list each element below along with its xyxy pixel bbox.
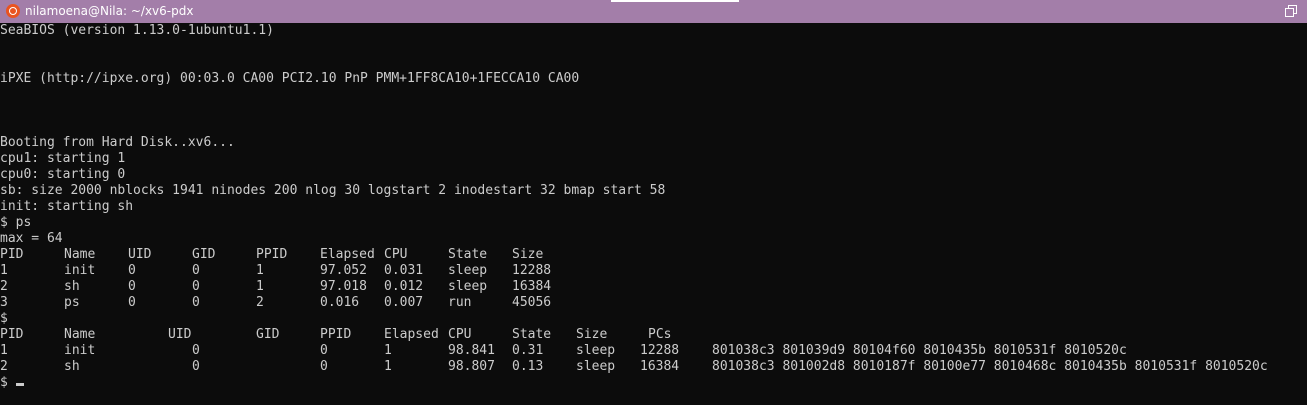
- max-line: max = 64: [0, 231, 63, 246]
- ps-cell: 0.012: [384, 279, 424, 294]
- ps-cell: 0: [192, 263, 200, 278]
- restore-icon[interactable]: [1285, 5, 1297, 17]
- superblock-line: sb: size 2000 nblocks 1941 ninodes 200 n…: [0, 183, 666, 198]
- procdump-col-gid: GID: [256, 327, 280, 342]
- ps-cell: 12288: [512, 263, 552, 278]
- ps-cell: 45056: [512, 295, 552, 310]
- active-tab-indicator: [611, 0, 739, 2]
- ps-cell: init: [64, 263, 96, 278]
- cpu0-line: cpu0: starting 0: [0, 167, 126, 182]
- ps-cell: 0: [192, 279, 200, 294]
- procdump-cell: 12288: [640, 343, 680, 358]
- procdump-col-name: Name: [64, 327, 96, 342]
- procdump-cell: 0: [320, 343, 328, 358]
- ps-cell: sleep: [448, 279, 488, 294]
- procdump-col-pcs: PCs: [648, 327, 672, 342]
- procdump-col-elapsed: Elapsed: [384, 327, 439, 342]
- ps-command-line: $ ps: [0, 215, 32, 230]
- procdump-col-cpu: CPU: [448, 327, 472, 342]
- ps-col-elapsed: Elapsed: [320, 247, 375, 262]
- ps-col-cpu: CPU: [384, 247, 408, 262]
- ps-col-size: Size: [512, 247, 544, 262]
- cpu1-line: cpu1: starting 1: [0, 151, 126, 166]
- procdump-table-row: 2 sh 0 0 1 98.807 0.13 sleep 16384 80103…: [0, 359, 1268, 375]
- ps-cell: 1: [256, 263, 264, 278]
- ps-cell: 0: [128, 295, 136, 310]
- ps-cell: 97.018: [320, 279, 367, 294]
- ps-col-state: State: [448, 247, 488, 262]
- ps-cell: 0: [192, 295, 200, 310]
- ps-col-ppid: PPID: [256, 247, 288, 262]
- ps-table-row: 3 ps 0 0 2 0.016 0.007 run 45056: [0, 295, 551, 311]
- ps-cell: 0.031: [384, 263, 424, 278]
- procdump-cell: 0.31: [512, 343, 544, 358]
- prompt-line: $: [0, 311, 8, 326]
- boot-line: Booting from Hard Disk..xv6...: [0, 135, 235, 150]
- terminal-output[interactable]: SeaBIOS (version 1.13.0-1ubuntu1.1) iPXE…: [0, 23, 1307, 405]
- ps-col-uid: UID: [128, 247, 152, 262]
- procdump-pcs: 801038c3 801039d9 80104f60 8010435b 8010…: [712, 343, 1127, 358]
- ps-cell: 2: [256, 295, 264, 310]
- ps-cell: 0.007: [384, 295, 424, 310]
- ps-col-gid: GID: [192, 247, 216, 262]
- ps-cell: 2: [0, 279, 8, 294]
- procdump-cell: 98.807: [448, 359, 495, 374]
- procdump-cell: sleep: [576, 343, 616, 358]
- procdump-col-size: Size: [576, 327, 608, 342]
- ps-col-pid: PID: [0, 247, 24, 262]
- ps-cell: run: [448, 295, 472, 310]
- ps-cell: 97.052: [320, 263, 367, 278]
- ps-cell: ps: [64, 295, 80, 310]
- ps-table-header: PID Name UID GID PPID Elapsed CPU State …: [0, 247, 543, 263]
- procdump-cell: sh: [64, 359, 80, 374]
- procdump-cell: 0.13: [512, 359, 544, 374]
- text-cursor: [15, 383, 24, 386]
- ps-cell: 0.016: [320, 295, 360, 310]
- ps-cell: sleep: [448, 263, 488, 278]
- procdump-cell: sleep: [576, 359, 616, 374]
- ps-col-name: Name: [64, 247, 96, 262]
- procdump-cell: 0: [192, 343, 200, 358]
- ps-cell: 3: [0, 295, 8, 310]
- ps-cell: sh: [64, 279, 80, 294]
- ubuntu-icon[interactable]: [6, 4, 20, 18]
- procdump-col-ppid: PPID: [320, 327, 352, 342]
- terminal-window: nilamoena@Nila: ~/xv6-pdx SeaBIOS (versi…: [0, 0, 1307, 405]
- ps-table-row: 1 init 0 0 1 97.052 0.031 sleep 12288: [0, 263, 551, 279]
- procdump-table-row: 1 init 0 0 1 98.841 0.31 sleep 12288 801…: [0, 343, 1127, 359]
- procdump-cell: 1: [384, 343, 392, 358]
- procdump-table-header: PID Name UID GID PPID Elapsed CPU State …: [0, 327, 671, 343]
- procdump-cell: 0: [192, 359, 200, 374]
- procdump-pcs: 801038c3 801002d8 8010187f 80100e77 8010…: [712, 359, 1268, 374]
- procdump-cell: 0: [320, 359, 328, 374]
- procdump-cell: 1: [0, 343, 8, 358]
- procdump-cell: 98.841: [448, 343, 495, 358]
- ps-table-row: 2 sh 0 0 1 97.018 0.012 sleep 16384: [0, 279, 551, 295]
- ps-cell: 0: [128, 279, 136, 294]
- ps-cell: 16384: [512, 279, 552, 294]
- title-bar[interactable]: nilamoena@Nila: ~/xv6-pdx: [0, 0, 1307, 23]
- seabios-line: SeaBIOS (version 1.13.0-1ubuntu1.1): [0, 23, 274, 38]
- procdump-col-state: State: [512, 327, 552, 342]
- procdump-cell: 1: [384, 359, 392, 374]
- ps-cell: 1: [0, 263, 8, 278]
- window-title: nilamoena@Nila: ~/xv6-pdx: [25, 4, 194, 18]
- procdump-col-pid: PID: [0, 327, 24, 342]
- prompt-symbol: $: [0, 375, 8, 390]
- procdump-cell: init: [64, 343, 96, 358]
- procdump-col-uid: UID: [168, 327, 192, 342]
- procdump-cell: 16384: [640, 359, 680, 374]
- prompt-line-active[interactable]: $: [0, 375, 24, 391]
- procdump-cell: 2: [0, 359, 8, 374]
- ps-cell: 1: [256, 279, 264, 294]
- ipxe-line: iPXE (http://ipxe.org) 00:03.0 CA00 PCI2…: [0, 71, 580, 86]
- init-line: init: starting sh: [0, 199, 134, 214]
- ps-cell: 0: [128, 263, 136, 278]
